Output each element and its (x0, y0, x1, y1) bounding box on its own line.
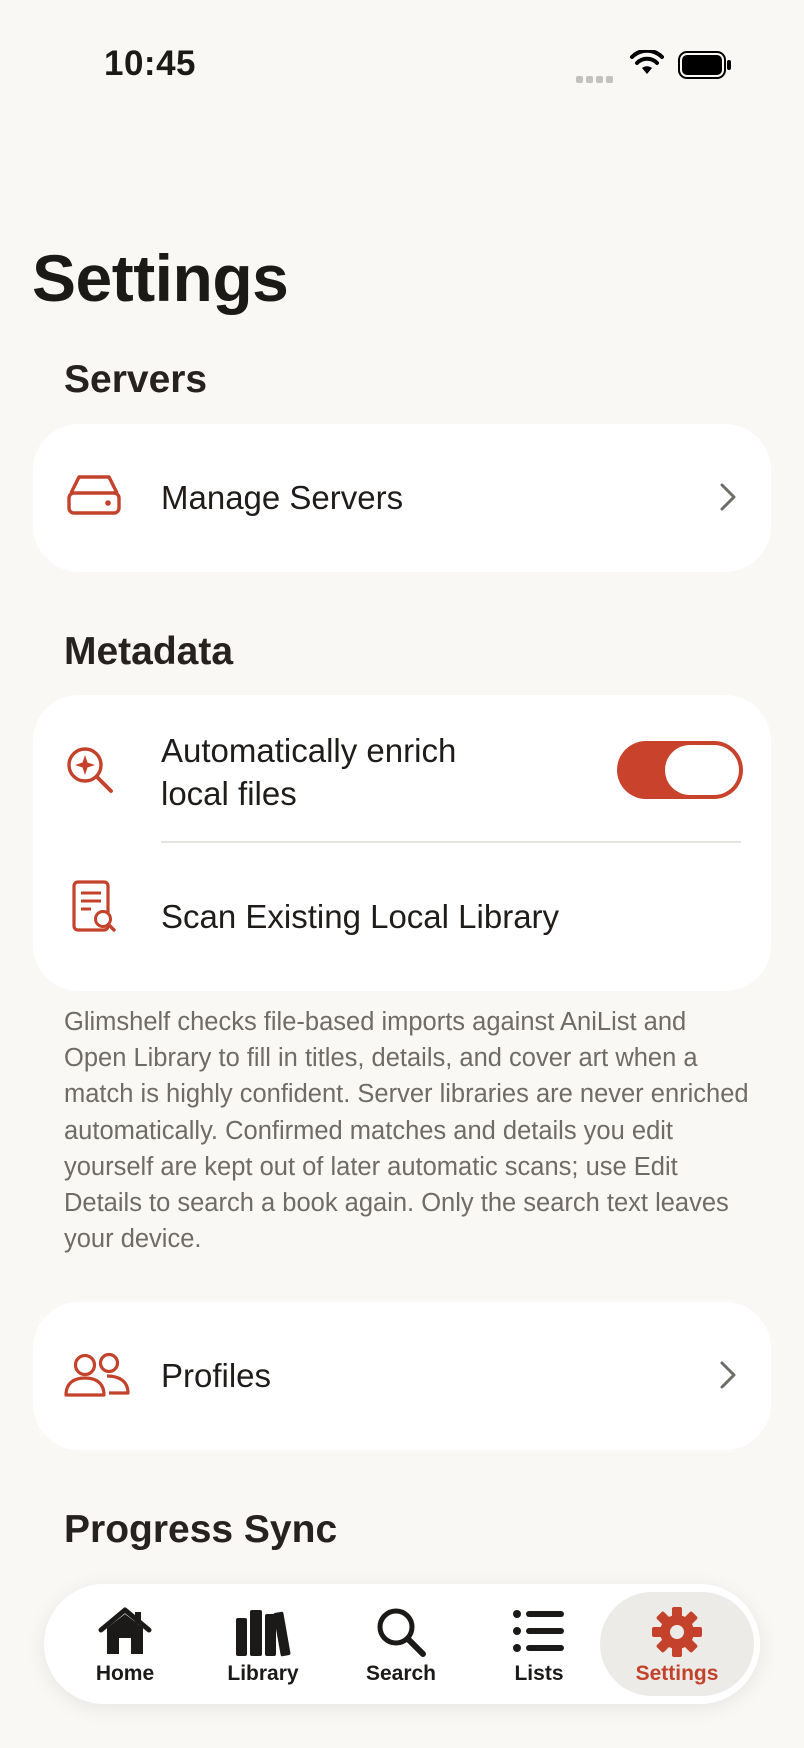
auto-enrich-toggle[interactable] (617, 741, 743, 799)
tab-home-label: Home (95, 1662, 155, 1685)
tab-lists-label: Lists (514, 1662, 564, 1685)
section-title-metadata: Metadata (64, 630, 234, 673)
tab-settings-label: Settings (635, 1662, 719, 1685)
auto-enrich-label-line2: local files (161, 775, 297, 812)
section-title-servers: Servers (64, 358, 208, 401)
tab-settings[interactable]: Settings (600, 1592, 754, 1696)
manage-servers-label: Manage Servers (161, 479, 404, 516)
metadata-card: Automatically enrich local files Scan Ex… (33, 695, 771, 991)
metadata-footnote: Glimshelf checks file-based imports agai… (64, 1008, 749, 1254)
tab-library[interactable]: Library (194, 1592, 332, 1696)
tab-search-label: Search (365, 1662, 437, 1685)
profiles-card: Profiles (33, 1302, 771, 1450)
manage-servers-row[interactable]: Manage Servers (33, 424, 771, 572)
chevron-right-icon (719, 1360, 737, 1395)
magnify-sparkle-icon (65, 745, 115, 800)
people-icon (63, 1352, 131, 1403)
books-icon (236, 1610, 291, 1657)
scan-library-label: Scan Existing Local Library (161, 898, 560, 935)
house-icon (98, 1607, 152, 1654)
auto-enrich-row: Automatically enrich local files (33, 695, 771, 843)
servers-card: Manage Servers (33, 424, 771, 572)
cellular-signal-icon (576, 70, 616, 88)
page-title: Settings (32, 241, 289, 315)
server-drive-icon (65, 473, 123, 522)
auto-enrich-label-line1: Automatically enrich (161, 732, 457, 769)
list-icon (513, 1610, 564, 1652)
tab-home[interactable]: Home (56, 1592, 194, 1696)
gear-icon (652, 1607, 702, 1657)
battery-icon (678, 51, 732, 84)
profiles-row[interactable]: Profiles (33, 1302, 771, 1450)
tab-library-label: Library (227, 1662, 299, 1685)
tab-lists[interactable]: Lists (470, 1592, 608, 1696)
document-search-icon (71, 879, 117, 940)
toggle-knob (665, 745, 739, 795)
chevron-right-icon (719, 482, 737, 517)
tab-bar: Home Library Search Lists Settings (44, 1584, 760, 1704)
scan-library-row[interactable]: Scan Existing Local Library (33, 843, 771, 991)
status-time: 10:45 (104, 44, 197, 83)
search-icon (377, 1608, 426, 1657)
tab-search[interactable]: Search (332, 1592, 470, 1696)
section-title-progress-sync: Progress Sync (64, 1508, 338, 1551)
wifi-icon (630, 48, 664, 81)
status-bar: 10:45 (0, 0, 804, 130)
profiles-label: Profiles (161, 1357, 272, 1394)
